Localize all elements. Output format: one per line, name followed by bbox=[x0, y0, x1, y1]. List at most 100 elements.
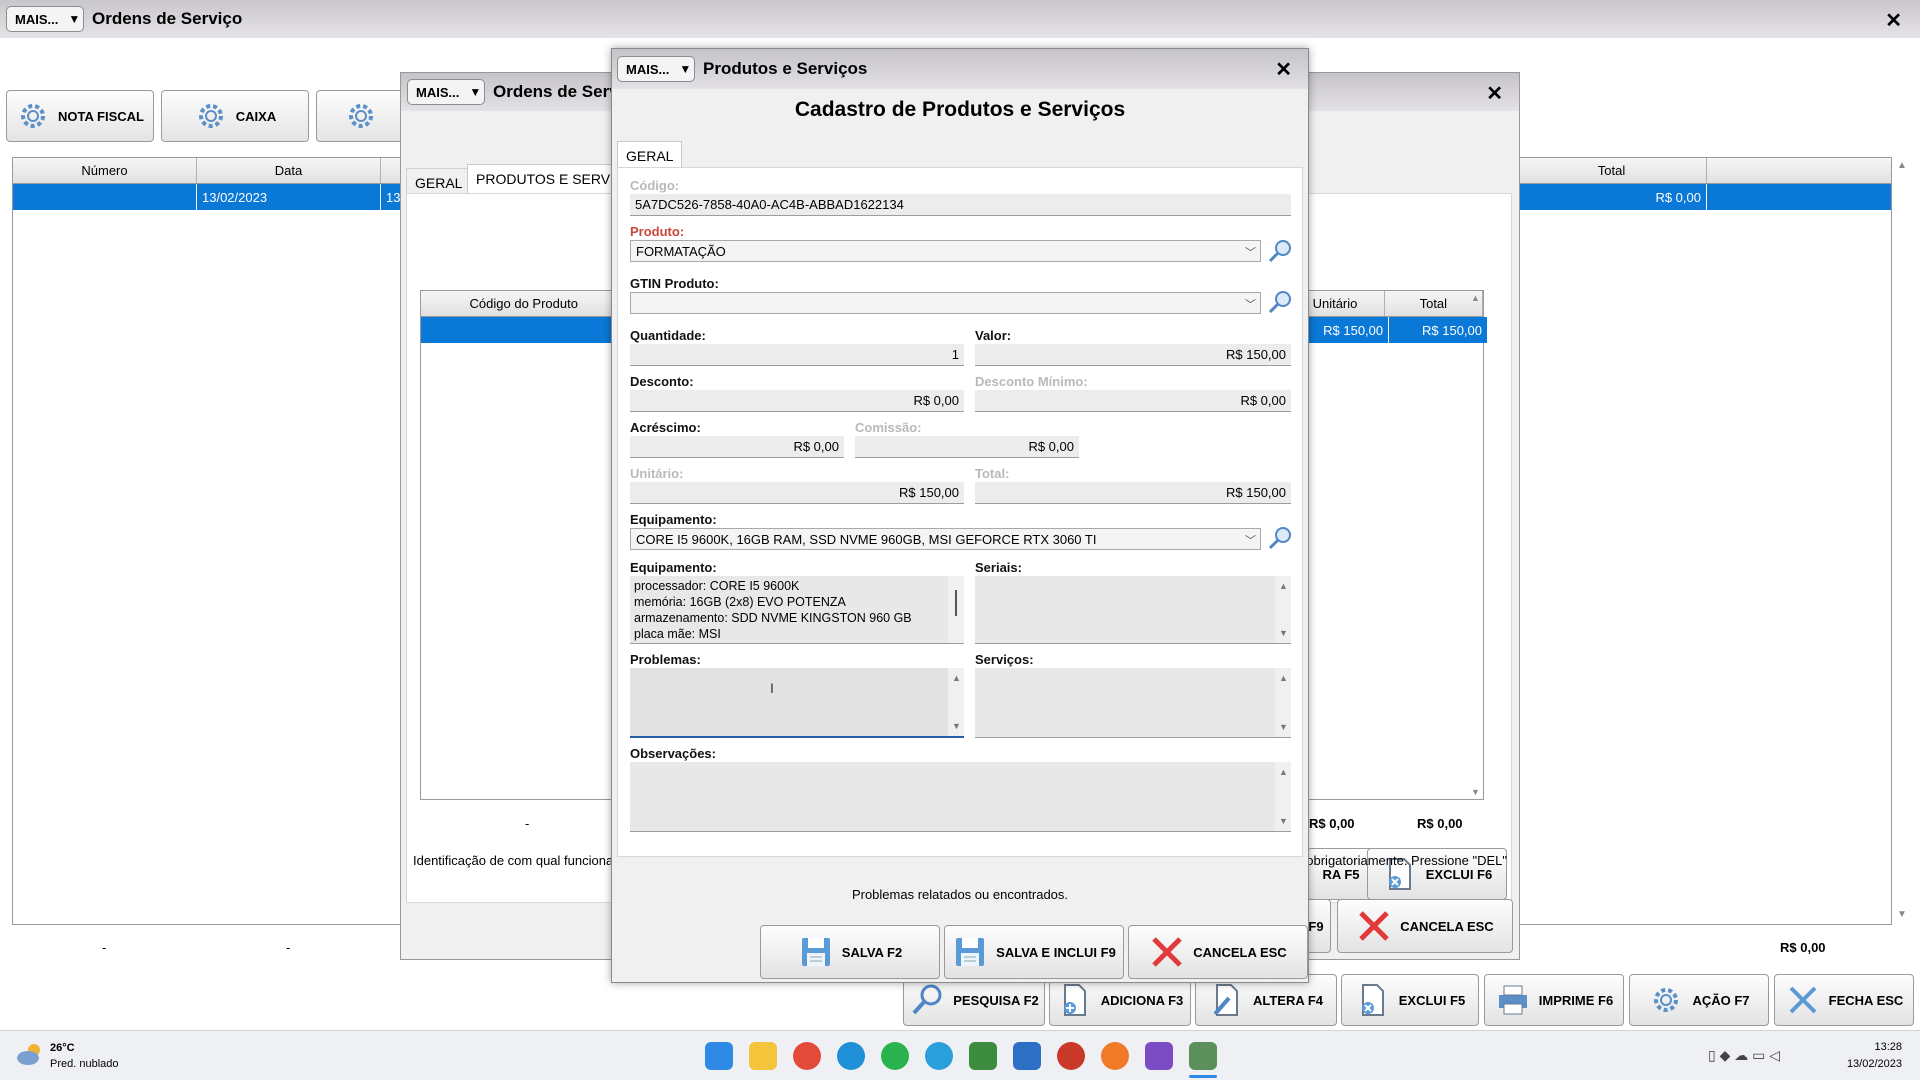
save-icon bbox=[801, 938, 830, 966]
active-app-indicator bbox=[1189, 1075, 1217, 1078]
close-icon[interactable]: ✕ bbox=[1275, 57, 1292, 82]
comissao-field: R$ 0,00 bbox=[855, 436, 1079, 458]
altera-item-label: RA F5 bbox=[1322, 866, 1360, 882]
servicos-textarea[interactable]: ▲ ▼ bbox=[975, 668, 1291, 738]
cancela-button[interactable]: CANCELA ESC bbox=[1128, 925, 1308, 979]
salva-button[interactable]: SALVA F2 bbox=[760, 925, 940, 979]
gtin-label: GTIN Produto: bbox=[630, 276, 719, 291]
telegram-icon[interactable] bbox=[925, 1042, 953, 1070]
equipamento-desc-label: Equipamento: bbox=[630, 560, 717, 575]
exclui-item-label: EXCLUI F6 bbox=[1425, 866, 1493, 882]
tab-geral[interactable]: GERAL bbox=[617, 141, 683, 170]
delete-document-icon bbox=[1361, 984, 1384, 1016]
produto-combobox[interactable]: FORMATAÇÃO ﹀ bbox=[630, 240, 1261, 262]
col-numero[interactable]: Número bbox=[13, 158, 197, 183]
media-icon[interactable] bbox=[1145, 1042, 1173, 1070]
file-explorer-icon[interactable] bbox=[749, 1042, 777, 1070]
search-icon[interactable] bbox=[1267, 289, 1293, 315]
textarea-scrollbar[interactable]: ▲ ▼ bbox=[1275, 762, 1291, 831]
close-icon[interactable]: ✕ bbox=[1486, 81, 1503, 106]
tab-produtos-servicos[interactable]: PRODUTOS E SERVIÇ bbox=[467, 164, 634, 193]
seriais-label: Seriais: bbox=[975, 560, 1022, 575]
col-codigo-produto[interactable]: Código do Produto bbox=[421, 291, 628, 316]
cell-numero bbox=[13, 184, 197, 210]
fecha-button[interactable]: FECHA ESC bbox=[1774, 974, 1914, 1026]
firefox-icon[interactable] bbox=[1101, 1042, 1129, 1070]
toolbar-button-3[interactable] bbox=[316, 90, 406, 142]
footer-total: R$ 0,00 bbox=[1780, 940, 1826, 955]
clock-time[interactable]: 13:28 bbox=[1874, 1041, 1902, 1053]
textarea-scrollbar[interactable]: ▲ ▼ bbox=[1275, 668, 1291, 737]
exclui-button[interactable]: EXCLUI F5 bbox=[1341, 974, 1479, 1026]
imprime-button[interactable]: IMPRIME F6 bbox=[1484, 974, 1624, 1026]
pesquisa-label: PESQUISA F2 bbox=[953, 992, 1039, 1008]
search-icon bbox=[912, 984, 942, 1015]
main-titlebar: MAIS... ▼ Ordens de Serviço ✕ bbox=[0, 0, 1920, 38]
dialog-titlebar: MAIS... ▼ Produtos e Serviços ✕ bbox=[612, 49, 1308, 89]
salva-inclui-button[interactable]: SALVA E INCLUI F9 bbox=[944, 925, 1124, 979]
dialog-mais-button[interactable]: MAIS... ▼ bbox=[617, 56, 695, 82]
app-icon[interactable] bbox=[1057, 1042, 1085, 1070]
cancel-x-icon bbox=[1152, 937, 1183, 967]
acrescimo-field[interactable]: R$ 0,00 bbox=[630, 436, 844, 458]
produto-label: Produto: bbox=[630, 224, 685, 239]
codigo-field: 5A7DC526-7858-40A0-AC4B-ABBAD1622134 bbox=[630, 194, 1291, 216]
seriais-textarea[interactable]: ▲ ▼ bbox=[975, 576, 1291, 644]
search-icon[interactable] bbox=[1267, 525, 1293, 551]
printer-icon bbox=[1498, 985, 1527, 1015]
mail-icon[interactable] bbox=[1013, 1042, 1041, 1070]
exclui-label: EXCLUI F5 bbox=[1398, 992, 1466, 1008]
save-icon bbox=[956, 938, 985, 966]
gtin-combobox[interactable]: ﹀ bbox=[630, 292, 1261, 314]
equipamento-value: CORE I5 9600K, 16GB RAM, SSD NVME 960GB,… bbox=[636, 531, 1097, 547]
chevron-down-icon[interactable]: ﹀ bbox=[1245, 532, 1256, 548]
col-total[interactable]: Total bbox=[1517, 158, 1707, 183]
hint-right: obrigatoriamente. Pressione "DEL" bbox=[1306, 853, 1507, 868]
acao-button[interactable]: AÇÃO F7 bbox=[1629, 974, 1769, 1026]
textarea-scrollbar[interactable]: ▲ ▼ bbox=[1275, 576, 1291, 643]
quantidade-field[interactable]: 1 bbox=[630, 344, 964, 366]
edit-document-icon bbox=[1213, 984, 1238, 1016]
problemas-label: Problemas: bbox=[630, 652, 701, 667]
weather-icon[interactable] bbox=[16, 1041, 44, 1067]
textarea-scrollbar[interactable]: ▲ ▼ bbox=[948, 668, 964, 736]
edge-icon[interactable] bbox=[837, 1042, 865, 1070]
desconto-minimo-field: R$ 0,00 bbox=[975, 390, 1291, 412]
textarea-scrollbar[interactable] bbox=[948, 576, 964, 643]
gear-icon bbox=[344, 99, 378, 133]
problemas-textarea[interactable]: I ▲ ▼ bbox=[630, 668, 964, 738]
cell-total: R$ 0,00 bbox=[1517, 184, 1707, 210]
salva-inclui-label: SALVA E INCLUI F9 bbox=[996, 944, 1116, 960]
whatsapp-icon[interactable] bbox=[881, 1042, 909, 1070]
equipamento-combobox[interactable]: CORE I5 9600K, 16GB RAM, SSD NVME 960GB,… bbox=[630, 528, 1261, 550]
order-cancela-label: CANCELA ESC bbox=[1400, 918, 1494, 934]
erp-app-icon[interactable] bbox=[1189, 1042, 1217, 1070]
spreadsheet-icon[interactable] bbox=[969, 1042, 997, 1070]
clock-date[interactable]: 13/02/2023 bbox=[1847, 1058, 1902, 1070]
col-data[interactable]: Data bbox=[197, 158, 381, 183]
search-icon[interactable] bbox=[1267, 238, 1293, 264]
caixa-button[interactable]: CAIXA bbox=[161, 90, 309, 142]
chevron-down-icon[interactable]: ﹀ bbox=[1245, 244, 1256, 260]
chevron-down-icon[interactable]: ﹀ bbox=[1245, 296, 1256, 312]
servicos-label: Serviços: bbox=[975, 652, 1034, 667]
totals-dash: - bbox=[525, 816, 530, 831]
products-scrollbar[interactable]: ▲ ▼ bbox=[1467, 291, 1483, 799]
main-mais-button[interactable]: MAIS... ▼ bbox=[6, 6, 84, 32]
windows-start-icon[interactable] bbox=[705, 1042, 733, 1070]
tray-icons[interactable]: ▯ ◆ ☁ ▭ ◁ bbox=[1708, 1047, 1780, 1064]
equipamento-desc-textarea[interactable]: processador: CORE I5 9600K memória: 16GB… bbox=[630, 576, 964, 644]
chrome-icon[interactable] bbox=[793, 1042, 821, 1070]
text-cursor-icon: I bbox=[770, 680, 774, 696]
main-scrollbar[interactable]: ▲ ▼ bbox=[1897, 160, 1909, 920]
nota-fiscal-button[interactable]: NOTA FISCAL bbox=[6, 90, 154, 142]
order-cancela-button[interactable]: CANCELA ESC bbox=[1337, 899, 1513, 953]
totals-unitario: R$ 0,00 bbox=[1309, 816, 1355, 831]
valor-field[interactable]: R$ 150,00 bbox=[975, 344, 1291, 366]
order-mais-button[interactable]: MAIS... ▼ bbox=[407, 79, 485, 105]
total-label: Total: bbox=[975, 466, 1010, 481]
dialog-panel: Código: 5A7DC526-7858-40A0-AC4B-ABBAD162… bbox=[617, 167, 1303, 857]
desconto-field[interactable]: R$ 0,00 bbox=[630, 390, 964, 412]
observacoes-textarea[interactable]: ▲ ▼ bbox=[630, 762, 1291, 832]
close-icon[interactable]: ✕ bbox=[1885, 8, 1902, 33]
